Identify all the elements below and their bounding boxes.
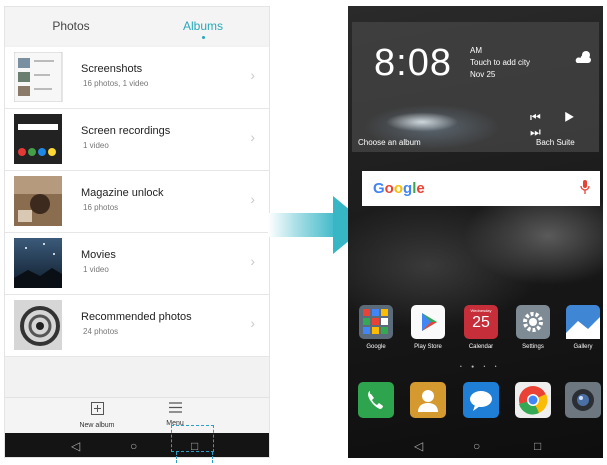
add-city-link[interactable]: Touch to add city — [470, 58, 530, 67]
tab-photos[interactable]: Photos — [5, 7, 137, 45]
google-logo: Google — [373, 180, 425, 197]
app-label: Gallery — [573, 344, 593, 350]
chevron-right-icon: › — [250, 129, 255, 145]
microphone-icon[interactable] — [580, 179, 590, 199]
clock-ampm: AM — [470, 46, 482, 55]
gallery-screen: Photos Albums Screenshots 16 photos, 1 v… — [4, 6, 270, 458]
app-google-folder[interactable]: Google — [356, 305, 396, 350]
album-count: 16 photos, 1 video — [83, 79, 149, 88]
system-nav-bar: ◁ ○ □ — [5, 433, 269, 457]
chevron-right-icon: › — [250, 191, 255, 207]
system-nav-bar: ◁ ○ □ — [348, 434, 603, 458]
tab-photos-label: Photos — [52, 19, 90, 33]
app-calendar[interactable]: Wednesday 25 Calendar — [461, 305, 501, 350]
messages-icon — [463, 382, 499, 418]
app-label: Google — [366, 344, 386, 350]
add-square-icon — [67, 402, 127, 418]
album-row-recommended-photos[interactable]: Recommended photos 24 photos › — [5, 295, 269, 357]
app-label: Settings — [522, 344, 544, 350]
menu-button[interactable]: Menu — [145, 402, 205, 427]
clock-date: Nov 25 — [470, 70, 496, 79]
album-count: 1 video — [83, 141, 109, 150]
album-title: Magazine unlock — [81, 187, 164, 199]
album-thumbnail — [14, 114, 64, 164]
active-tab-indicator — [201, 36, 205, 39]
album-thumbnail — [14, 238, 64, 288]
calendar-weekday: Wednesday — [470, 308, 492, 313]
highlight-leader-line — [176, 452, 177, 463]
google-search-bar[interactable]: Google — [362, 171, 600, 206]
play-store-icon — [411, 305, 445, 339]
gallery-tab-bar: Photos Albums — [5, 7, 269, 45]
album-count: 1 video — [83, 265, 109, 274]
track-title: Bach Suite — [536, 138, 575, 147]
camera-icon — [565, 382, 601, 418]
gallery-bottom-bar: New album Menu — [5, 397, 269, 433]
album-count: 16 photos — [83, 203, 119, 212]
album-thumbnail — [14, 300, 64, 350]
album-thumbnail — [14, 176, 64, 226]
dock-messages[interactable] — [461, 382, 501, 418]
home-screen: 8:08 AM Touch to add city Nov 25 Choose … — [348, 6, 603, 458]
recents-icon[interactable]: □ — [534, 434, 541, 458]
choose-album-link[interactable]: Choose an album — [358, 138, 421, 147]
dock-chrome[interactable] — [513, 382, 553, 418]
chevron-right-icon: › — [250, 67, 255, 83]
dock-camera[interactable] — [563, 382, 603, 418]
music-controls[interactable]: ⏮ ▶ ⏭ — [530, 110, 603, 140]
album-title: Screenshots — [81, 63, 143, 75]
app-settings[interactable]: Settings — [513, 305, 553, 350]
menu-icon — [145, 402, 205, 416]
dock-contacts[interactable] — [408, 382, 448, 418]
chrome-icon — [515, 382, 551, 418]
contacts-icon — [410, 382, 446, 418]
new-album-button[interactable]: New album — [67, 402, 127, 429]
album-count: 24 photos — [83, 327, 119, 336]
album-title: Recommended photos — [81, 311, 192, 323]
tab-albums-label: Albums — [182, 19, 223, 33]
album-title: Screen recordings — [81, 125, 171, 137]
album-row-movies[interactable]: Movies 1 video › — [5, 233, 269, 295]
partly-cloudy-icon — [574, 50, 592, 68]
app-play-store[interactable]: Play Store — [408, 305, 448, 350]
album-thumbnail — [14, 52, 64, 102]
app-label: Play Store — [414, 344, 442, 350]
highlight-leader-line — [212, 452, 213, 463]
instruction-figure: Photos Albums Screenshots 16 photos, 1 v… — [0, 0, 607, 465]
album-row-screenshots[interactable]: Screenshots 16 photos, 1 video › — [5, 47, 269, 109]
transition-arrow-shaft — [268, 213, 339, 237]
home-icon[interactable]: ○ — [473, 434, 480, 458]
clock-time[interactable]: 8:08 — [374, 42, 452, 85]
dock-phone[interactable] — [356, 382, 396, 418]
tab-albums[interactable]: Albums — [137, 7, 269, 45]
app-gallery[interactable]: Gallery — [563, 305, 603, 350]
album-row-magazine-unlock[interactable]: Magazine unlock 16 photos › — [5, 171, 269, 233]
app-label: Calendar — [468, 344, 494, 350]
home-icon[interactable]: ○ — [130, 433, 137, 457]
settings-gear-icon — [516, 305, 550, 339]
menu-highlight-box — [171, 425, 214, 452]
chevron-right-icon: › — [250, 253, 255, 269]
phone-icon — [358, 382, 394, 418]
album-list: Screenshots 16 photos, 1 video › Screen … — [5, 47, 269, 357]
calendar-day: 25 — [472, 314, 490, 331]
calendar-icon: Wednesday 25 — [464, 305, 498, 339]
page-indicator: • ● • • — [460, 364, 501, 370]
album-row-screen-recordings[interactable]: Screen recordings 1 video › — [5, 109, 269, 171]
back-icon[interactable]: ◁ — [414, 434, 423, 458]
back-icon[interactable]: ◁ — [71, 433, 80, 457]
gallery-icon — [566, 305, 600, 339]
album-title: Movies — [81, 249, 116, 261]
chevron-right-icon: › — [250, 315, 255, 331]
new-album-label: New album — [79, 422, 115, 429]
google-folder-icon — [359, 305, 393, 339]
